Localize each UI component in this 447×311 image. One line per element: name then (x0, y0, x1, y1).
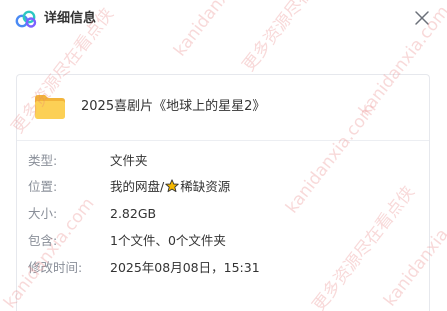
star-icon (165, 179, 179, 193)
dialog-header: 详细信息 (0, 0, 447, 40)
dialog-title: 详细信息 (44, 11, 97, 26)
detail-modified-label: 修改时间: (28, 260, 83, 275)
detail-type-label: 类型: (28, 153, 58, 168)
cloud-icon (15, 10, 37, 28)
close-icon[interactable] (413, 9, 431, 27)
detail-type-value: 文件夹 (110, 153, 148, 168)
detail-location-label: 位置: (28, 179, 58, 194)
location-path-suffix[interactable]: 稀缺资源 (180, 179, 230, 194)
file-name: 2025喜剧片《地球上的星星2》 (81, 99, 266, 114)
detail-location-value[interactable]: 我的网盘/ 稀缺资源 (110, 177, 230, 197)
detail-contains-value: 1个文件、0个文件夹 (110, 233, 226, 248)
detail-modified-value: 2025年08月08日，15:31 (110, 260, 260, 275)
detail-size-label: 大小: (28, 206, 58, 221)
details-card: 2025喜剧片《地球上的星星2》 类型: 文件夹 位置: 我的网盘/ 稀缺资源 … (16, 74, 430, 311)
detail-size-value: 2.82GB (110, 206, 157, 221)
detail-contains-label: 包含: (28, 233, 58, 248)
folder-icon (35, 95, 65, 119)
file-header: 2025喜剧片《地球上的星星2》 (17, 75, 429, 141)
details-dialog: 详细信息 2025喜剧片《地球上的星星2》 类型: 文件夹 位置: 我的网盘/ … (0, 0, 447, 311)
location-path-prefix[interactable]: 我的网盘/ (110, 179, 164, 194)
